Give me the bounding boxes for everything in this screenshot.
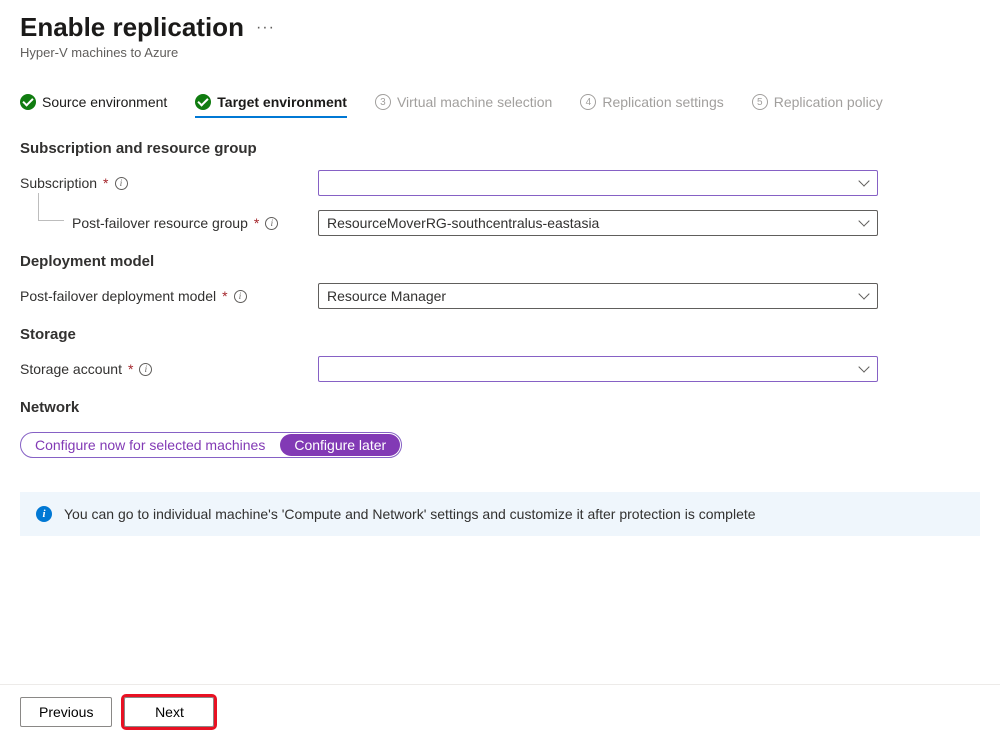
dropdown-deployment-model[interactable]: Resource Manager (318, 283, 878, 309)
chevron-down-icon (859, 364, 869, 374)
step-label: Virtual machine selection (397, 94, 552, 110)
form-area: Subscription and resource group Subscrip… (0, 118, 1000, 536)
step-number-icon: 4 (580, 94, 596, 110)
step-label: Source environment (42, 94, 167, 110)
info-icon[interactable]: i (139, 363, 152, 376)
step-number-icon: 3 (375, 94, 391, 110)
step-number-icon: 5 (752, 94, 768, 110)
label-resource-group: Post-failover resource group (72, 215, 248, 231)
section-heading-storage: Storage (20, 326, 980, 343)
dropdown-value: Resource Manager (327, 288, 446, 304)
label-deployment-model: Post-failover deployment model (20, 288, 216, 304)
info-icon[interactable]: i (115, 177, 128, 190)
step-replication-policy[interactable]: 5 Replication policy (752, 94, 883, 118)
section-heading-network: Network (20, 399, 980, 416)
checkmark-icon (20, 94, 36, 110)
chevron-down-icon (859, 291, 869, 301)
dropdown-value: ResourceMoverRG-southcentralus-eastasia (327, 215, 599, 231)
section-heading-subrg: Subscription and resource group (20, 140, 980, 157)
page-subtitle: Hyper-V machines to Azure (20, 45, 980, 60)
wizard-steps: Source environment Target environment 3 … (0, 60, 1000, 118)
step-replication-settings[interactable]: 4 Replication settings (580, 94, 723, 118)
page-title: Enable replication (20, 12, 244, 43)
network-toggle: Configure now for selected machines Conf… (20, 432, 402, 458)
info-icon[interactable]: i (265, 217, 278, 230)
row-subscription: Subscription * i (20, 169, 980, 197)
required-asterisk: * (128, 361, 133, 377)
required-asterisk: * (254, 215, 259, 231)
more-icon[interactable]: ··· (256, 19, 275, 37)
info-icon: i (36, 506, 52, 522)
toggle-configure-now[interactable]: Configure now for selected machines (21, 433, 279, 457)
step-target-environment[interactable]: Target environment (195, 94, 347, 118)
info-box: i You can go to individual machine's 'Co… (20, 492, 980, 536)
step-label: Replication policy (774, 94, 883, 110)
row-resource-group: Post-failover resource group * i Resourc… (20, 209, 980, 237)
section-heading-deploy: Deployment model (20, 253, 980, 270)
previous-button[interactable]: Previous (20, 697, 112, 727)
label-subscription: Subscription (20, 175, 97, 191)
step-vm-selection[interactable]: 3 Virtual machine selection (375, 94, 552, 118)
step-label: Target environment (217, 94, 347, 110)
info-box-text: You can go to individual machine's 'Comp… (64, 506, 756, 522)
page-header: Enable replication ··· Hyper-V machines … (0, 0, 1000, 60)
label-storage-account: Storage account (20, 361, 122, 377)
footer-actions: Previous Next (0, 684, 1000, 739)
dropdown-subscription[interactable] (318, 170, 878, 196)
info-icon[interactable]: i (234, 290, 247, 303)
toggle-configure-later[interactable]: Configure later (280, 434, 400, 456)
step-source-environment[interactable]: Source environment (20, 94, 167, 118)
checkmark-icon (195, 94, 211, 110)
required-asterisk: * (103, 175, 108, 191)
row-deployment-model: Post-failover deployment model * i Resou… (20, 282, 980, 310)
step-label: Replication settings (602, 94, 723, 110)
chevron-down-icon (859, 178, 869, 188)
required-asterisk: * (222, 288, 227, 304)
next-button[interactable]: Next (124, 697, 214, 727)
indent-connector (38, 193, 64, 221)
chevron-down-icon (859, 218, 869, 228)
row-storage-account: Storage account * i (20, 355, 980, 383)
dropdown-storage-account[interactable] (318, 356, 878, 382)
dropdown-resource-group[interactable]: ResourceMoverRG-southcentralus-eastasia (318, 210, 878, 236)
